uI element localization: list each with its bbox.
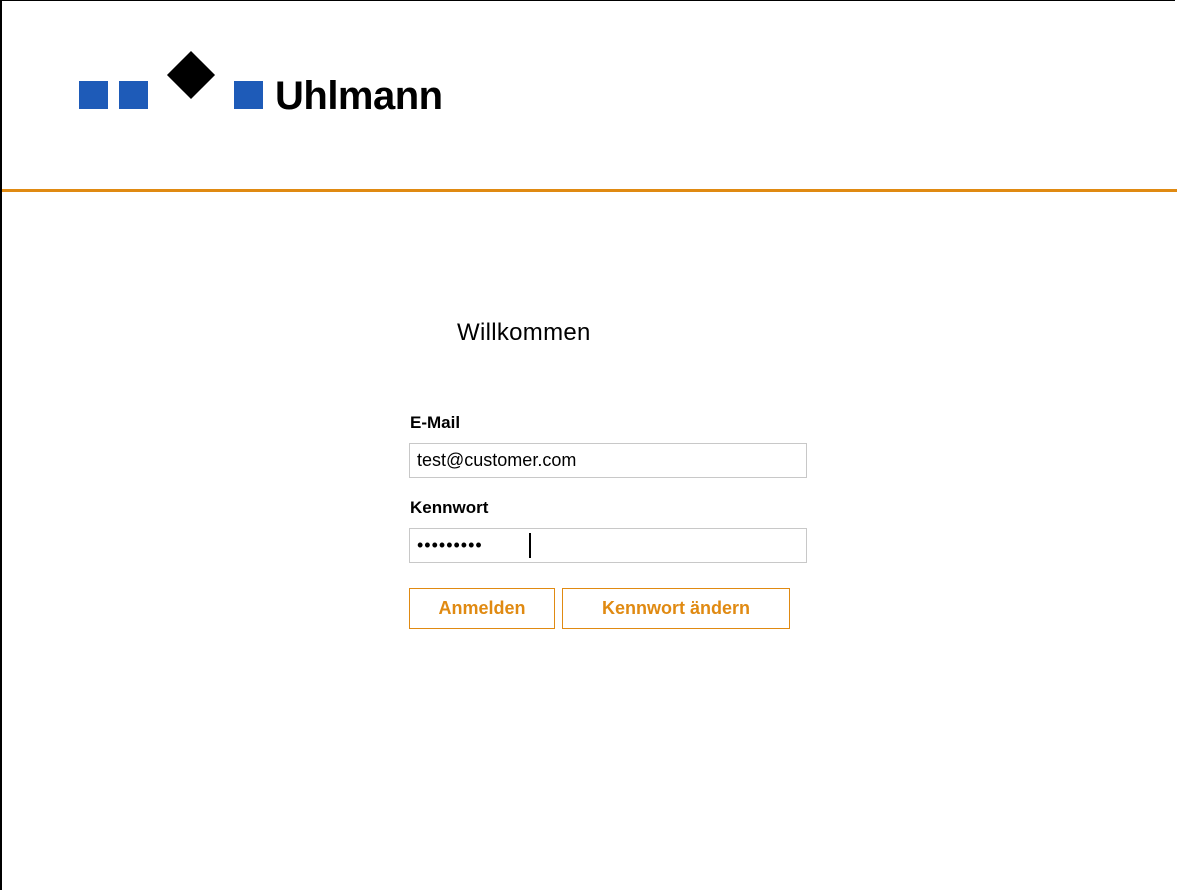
change-password-button[interactable]: Kennwort ändern <box>562 588 790 629</box>
header-divider <box>2 189 1177 192</box>
text-caret <box>529 533 531 558</box>
brand-name: Uhlmann <box>275 74 443 118</box>
uhlmann-logo: Uhlmann <box>79 50 499 118</box>
logo-square-2 <box>119 81 148 109</box>
logo-square-1 <box>79 81 108 109</box>
email-label: E-Mail <box>410 413 461 432</box>
password-label: Kennwort <box>410 498 489 517</box>
logo-diamond <box>166 50 216 100</box>
logo-square-3 <box>234 81 263 109</box>
login-button[interactable]: Anmelden <box>409 588 555 629</box>
email-field[interactable] <box>409 443 807 478</box>
welcome-title: Willkommen <box>457 319 591 346</box>
password-field[interactable] <box>409 528 807 563</box>
